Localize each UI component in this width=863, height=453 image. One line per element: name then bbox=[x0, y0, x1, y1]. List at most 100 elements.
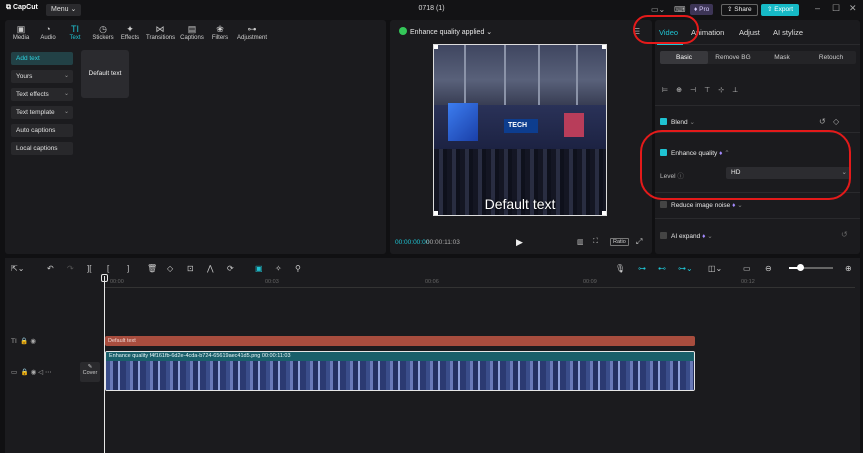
video-clip[interactable]: Enhance quality f4f161fb-6d2e-4cda-b724-… bbox=[105, 351, 695, 391]
eye-icon[interactable]: ◉ bbox=[31, 369, 37, 376]
focus-icon[interactable]: ⛶ bbox=[593, 238, 598, 246]
resize-handle[interactable] bbox=[434, 45, 438, 49]
playhead[interactable] bbox=[104, 276, 105, 453]
reduce-noise-checkbox[interactable] bbox=[660, 201, 667, 208]
resize-handle[interactable] bbox=[434, 211, 438, 215]
toolbar-adjustment[interactable]: ⊶ Adjustment bbox=[235, 24, 269, 41]
sidebar-item-local-captions[interactable]: Local captions bbox=[11, 142, 73, 155]
video-preview[interactable]: TECH Default text bbox=[433, 44, 607, 216]
default-text-card[interactable]: Default text bbox=[81, 50, 129, 98]
layout-icon[interactable]: ▭⌄ bbox=[651, 5, 665, 14]
sidebar-item-text-template[interactable]: Text template ⌄ bbox=[11, 106, 73, 119]
auto-reframe-icon[interactable]: ▣ bbox=[255, 264, 263, 273]
fit-icon[interactable]: ▥ bbox=[577, 238, 584, 246]
toolbar-filters[interactable]: ❀ Filters bbox=[206, 24, 234, 41]
blend-checkbox[interactable] bbox=[660, 118, 667, 125]
maximize-icon[interactable]: ☐ bbox=[832, 3, 840, 14]
minimize-icon[interactable]: – bbox=[815, 3, 820, 13]
toolbar-effects[interactable]: ✦ Effects bbox=[116, 24, 144, 41]
sidebar-item-add-text[interactable]: Add text bbox=[11, 52, 73, 65]
align-middle-icon[interactable]: ⊹ bbox=[718, 87, 732, 94]
zoom-slider-knob[interactable] bbox=[797, 264, 804, 271]
caption-icon[interactable]: ▭ bbox=[743, 264, 751, 273]
magic-icon[interactable]: ✧ bbox=[275, 264, 282, 273]
subtab-mask[interactable]: Mask bbox=[758, 51, 806, 64]
enhance-status-dropdown[interactable]: Enhance quality applied ⌄ bbox=[399, 27, 492, 36]
align-bottom-icon[interactable]: ⊥ bbox=[732, 87, 746, 94]
ruler-tick: 00:06 bbox=[425, 279, 439, 285]
split-icon[interactable]: ][ bbox=[87, 264, 91, 273]
text-clip[interactable]: Default text bbox=[105, 336, 695, 346]
preview-overlay-text[interactable]: Default text bbox=[434, 196, 606, 212]
redo-icon[interactable]: ↷ bbox=[67, 264, 74, 273]
blend-label: Blend bbox=[671, 119, 688, 126]
eye-icon[interactable]: ◉ bbox=[30, 338, 36, 345]
toolbar-text[interactable]: TI Text bbox=[61, 24, 89, 41]
sidebar-item-label: Auto captions bbox=[16, 127, 56, 134]
magnet-icon[interactable]: ⊷ bbox=[658, 264, 666, 273]
delete-icon[interactable]: 🗑 bbox=[147, 264, 157, 273]
fullscreen-icon[interactable]: ⤢ bbox=[636, 237, 642, 247]
preview-axis-icon[interactable]: ⊶⌄ bbox=[678, 264, 693, 273]
sidebar-item-yours[interactable]: Yours ⌄ bbox=[11, 70, 73, 83]
lock-icon[interactable]: 🔒 bbox=[21, 369, 29, 376]
keyframe-icon[interactable]: ◇ bbox=[833, 117, 839, 126]
timeline-ruler[interactable]: 00:00 00:03 00:06 00:09 00:12 bbox=[105, 278, 855, 288]
align-left-icon[interactable]: ⊨ bbox=[662, 87, 676, 94]
person-icon[interactable]: ⚲ bbox=[295, 264, 301, 273]
cover-button[interactable]: ✎ Cover bbox=[80, 362, 100, 382]
subtab-basic[interactable]: Basic bbox=[660, 51, 708, 64]
mirror-icon[interactable]: ⋀ bbox=[207, 264, 214, 273]
subtab-retouch[interactable]: Retouch bbox=[807, 51, 855, 64]
align-top-icon[interactable]: ⊤ bbox=[704, 87, 718, 94]
toolbar-media[interactable]: ▣ Media bbox=[7, 24, 35, 41]
lock-icon[interactable]: 🔒 bbox=[20, 338, 28, 345]
play-icon[interactable]: ▶ bbox=[516, 237, 523, 248]
align-right-icon[interactable]: ⊣ bbox=[690, 87, 704, 94]
crop-icon[interactable]: ⊡ bbox=[187, 264, 194, 273]
shield-icon[interactable]: ◇ bbox=[167, 264, 173, 273]
resize-handle[interactable] bbox=[602, 45, 606, 49]
reduce-noise-section[interactable]: Reduce image noise ♦ ⌄ bbox=[660, 201, 743, 209]
ruler-tick: 00:03 bbox=[265, 279, 279, 285]
toolbar-label: Filters bbox=[211, 35, 229, 41]
toolbar-transitions[interactable]: ⋈ Transitions bbox=[146, 24, 175, 41]
keyboard-icon[interactable]: ⌨ bbox=[674, 5, 686, 14]
pro-badge[interactable]: ♦ Pro bbox=[690, 4, 714, 15]
close-icon[interactable]: ✕ bbox=[849, 3, 857, 14]
snap-icon[interactable]: ◫⌄ bbox=[708, 264, 722, 273]
export-button[interactable]: ⇧ Export bbox=[761, 4, 800, 16]
reset-icon[interactable]: ↺ bbox=[841, 230, 848, 239]
sidebar-item-label: Text template bbox=[16, 109, 55, 116]
more-icon[interactable]: ⋯ bbox=[45, 369, 52, 376]
zoom-out-icon[interactable]: ⊖ bbox=[765, 264, 772, 273]
captions-icon: ▤ bbox=[187, 24, 197, 34]
select-tool-icon[interactable]: ⇱⌄ bbox=[11, 264, 24, 273]
microphone-icon[interactable]: 🎙 bbox=[615, 264, 625, 273]
playhead-handle[interactable] bbox=[101, 274, 108, 282]
tab-adjust[interactable]: Adjust bbox=[739, 28, 760, 37]
rotate-icon[interactable]: ⟳ bbox=[227, 264, 234, 273]
resize-handle[interactable] bbox=[602, 211, 606, 215]
toolbar-captions[interactable]: ▤ Captions bbox=[178, 24, 206, 41]
ai-expand-checkbox[interactable] bbox=[660, 232, 667, 239]
sidebar-item-text-effects[interactable]: Text effects ⌄ bbox=[11, 88, 73, 101]
split-right-icon[interactable]: ] bbox=[127, 264, 129, 273]
link-icon[interactable]: ⊶ bbox=[638, 264, 646, 273]
reset-icon[interactable]: ↺ bbox=[819, 117, 826, 126]
undo-icon[interactable]: ↶ bbox=[47, 264, 54, 273]
ratio-button[interactable]: Ratio bbox=[610, 238, 629, 246]
share-button[interactable]: ⇪ Share bbox=[721, 4, 758, 16]
split-left-icon[interactable]: [ bbox=[107, 264, 109, 273]
audio-icon[interactable]: ◁ bbox=[38, 369, 43, 376]
alignment-buttons[interactable]: ⊨⊕⊣⊤⊹⊥ bbox=[662, 86, 822, 94]
tab-ai-stylize[interactable]: AI stylize bbox=[773, 28, 803, 37]
sidebar-item-auto-captions[interactable]: Auto captions bbox=[11, 124, 73, 137]
blend-section[interactable]: Blend ⌄ bbox=[660, 118, 695, 126]
toolbar-stickers[interactable]: ◷ Stickers bbox=[89, 24, 117, 41]
zoom-in-icon[interactable]: ⊕ bbox=[845, 264, 852, 273]
toolbar-audio[interactable]: ◔ Audio bbox=[34, 24, 62, 41]
align-center-icon[interactable]: ⊕ bbox=[676, 87, 690, 94]
ai-expand-section[interactable]: AI expand ♦ ⌄ bbox=[660, 232, 713, 240]
subtab-remove-bg[interactable]: Remove BG bbox=[709, 51, 757, 64]
